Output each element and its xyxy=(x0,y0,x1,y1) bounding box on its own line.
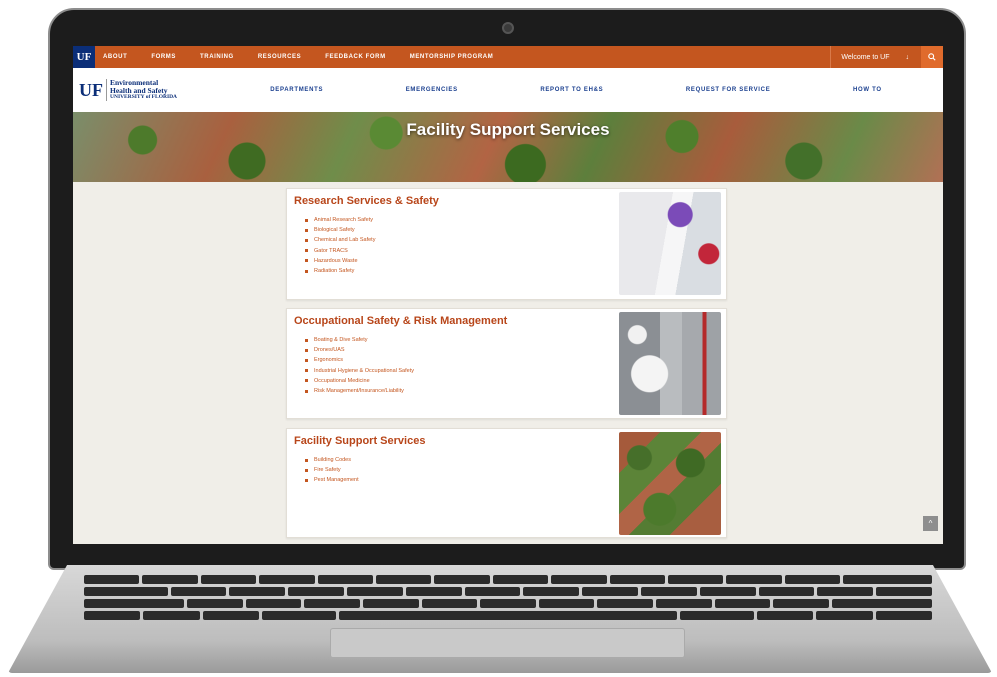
nav-how-to[interactable]: HOW TO xyxy=(853,87,882,93)
card-occupational-safety: Occupational Safety & Risk Management Bo… xyxy=(286,308,727,419)
card-link-list: Animal Research Safety Biological Safety… xyxy=(305,215,375,276)
nav-departments[interactable]: DEPARTMENTS xyxy=(270,87,323,93)
keyboard xyxy=(84,575,933,623)
list-item[interactable]: Industrial Hygiene & Occupational Safety xyxy=(305,366,414,376)
webcam xyxy=(502,22,514,34)
bullet-icon xyxy=(305,239,308,242)
lab-photo xyxy=(619,192,721,295)
bullet-icon xyxy=(305,468,308,472)
search-button[interactable] xyxy=(921,46,943,68)
link-label: Drones/UAS xyxy=(314,347,345,354)
nav-report-to-ehs[interactable]: REPORT TO EH&S xyxy=(540,87,603,93)
page-title: Facility Support Services xyxy=(406,120,610,139)
hero-banner: Facility Support Services xyxy=(73,112,943,182)
list-item[interactable]: Building Codes xyxy=(305,455,359,465)
bullet-icon xyxy=(305,228,308,232)
bullet-icon xyxy=(305,249,308,253)
list-item[interactable]: Gator TRACS xyxy=(305,246,375,256)
search-icon xyxy=(928,53,936,61)
top-nav: ABOUT FORMS TRAINING RESOURCES FEEDBACK … xyxy=(103,46,517,68)
uf-badge[interactable]: UF xyxy=(73,46,95,68)
list-item[interactable]: Hazardous Waste xyxy=(305,256,375,266)
main-nav-items: DEPARTMENTS EMERGENCIES REPORT TO EH&S R… xyxy=(229,87,943,93)
main-nav: UF Environmental Health and Safety UNIVE… xyxy=(73,68,943,112)
list-item[interactable]: Pest Management xyxy=(305,475,359,485)
link-label: Biological Safety xyxy=(314,227,355,234)
bullet-icon xyxy=(305,458,308,462)
link-label: Chemical and Lab Safety xyxy=(314,237,376,244)
bullet-icon xyxy=(305,359,308,362)
nav-emergencies[interactable]: EMERGENCIES xyxy=(406,87,458,93)
list-item[interactable]: Radiation Safety xyxy=(305,266,375,276)
topnav-mentorship-program[interactable]: MENTORSHIP PROGRAM xyxy=(410,54,494,60)
welcome-dropdown[interactable]: Welcome to UF ↓ xyxy=(830,46,919,68)
campus-aerial-photo xyxy=(619,432,721,535)
bullet-icon xyxy=(305,479,308,482)
topnav-forms[interactable]: FORMS xyxy=(151,54,176,60)
link-label: Boating & Dive Safety xyxy=(314,337,368,343)
list-item[interactable]: Boating & Dive Safety xyxy=(305,335,414,345)
topnav-about[interactable]: ABOUT xyxy=(103,54,127,60)
welcome-label: Welcome to UF xyxy=(841,53,890,61)
topnav-training[interactable]: TRAINING xyxy=(200,54,234,60)
nav-request-for-service[interactable]: REQUEST FOR SERVICE xyxy=(686,87,771,93)
list-item[interactable]: Risk Management/Insurance/Liability xyxy=(305,386,414,396)
logo-line-university: UNIVERSITY of FLORIDA xyxy=(110,93,178,100)
logo-uf-mark: UF xyxy=(79,79,103,100)
card-facility-support: Facility Support Services Building Codes… xyxy=(286,428,727,538)
worker-photo xyxy=(619,312,721,415)
bullet-icon xyxy=(305,379,308,383)
card-link-list: Boating & Dive Safety Drones/UAS Ergonom… xyxy=(305,335,414,396)
link-label: Gator TRACS xyxy=(314,247,348,254)
topnav-feedback-form[interactable]: FEEDBACK FORM xyxy=(325,54,385,60)
bullet-icon xyxy=(305,218,308,222)
logo-text: Environmental Health and Safety UNIVERSI… xyxy=(106,79,177,101)
link-label: Industrial Hygiene & Occupational Safety xyxy=(314,367,414,374)
bullet-icon xyxy=(305,269,308,273)
arrow-down-icon: ↓ xyxy=(905,53,910,61)
list-item[interactable]: Occupational Medicine xyxy=(305,376,414,386)
scroll-to-top-button[interactable]: ^ xyxy=(923,516,938,531)
trackpad xyxy=(330,628,685,658)
link-label: Animal Research Safety xyxy=(314,217,373,223)
list-item[interactable]: Ergonomics xyxy=(305,355,414,365)
link-label: Risk Management/Insurance/Liability xyxy=(314,388,404,395)
card-research-services: Research Services & Safety Animal Resear… xyxy=(286,188,727,300)
list-item[interactable]: Animal Research Safety xyxy=(305,215,375,225)
bullet-icon xyxy=(305,348,308,352)
link-label: Hazardous Waste xyxy=(314,257,358,264)
bullet-icon xyxy=(305,338,308,342)
list-item[interactable]: Chemical and Lab Safety xyxy=(305,235,375,245)
list-item[interactable]: Drones/UAS xyxy=(305,345,414,355)
bullet-icon xyxy=(305,369,308,373)
ehs-logo[interactable]: UF Environmental Health and Safety UNIVE… xyxy=(79,79,229,101)
card-title[interactable]: Research Services & Safety xyxy=(294,195,439,207)
link-label: Radiation Safety xyxy=(314,268,355,275)
list-item[interactable]: Biological Safety xyxy=(305,225,375,235)
card-link-list: Building Codes Fire Safety Pest Manageme… xyxy=(305,455,359,486)
card-title[interactable]: Facility Support Services xyxy=(294,435,425,447)
list-item[interactable]: Fire Safety xyxy=(305,465,359,475)
top-utility-bar: UF ABOUT FORMS TRAINING RESOURCES FEEDBA… xyxy=(73,46,943,68)
card-title[interactable]: Occupational Safety & Risk Management xyxy=(294,315,507,327)
link-label: Building Codes xyxy=(314,457,351,463)
chevron-up-icon: ^ xyxy=(928,519,933,528)
link-label: Occupational Medicine xyxy=(314,377,370,384)
link-label: Fire Safety xyxy=(314,467,341,474)
browser-screen: UF ABOUT FORMS TRAINING RESOURCES FEEDBA… xyxy=(73,46,943,544)
topnav-resources[interactable]: RESOURCES xyxy=(258,54,301,60)
link-label: Pest Management xyxy=(314,477,359,484)
link-label: Ergonomics xyxy=(314,357,344,364)
bullet-icon xyxy=(305,389,308,393)
bullet-icon xyxy=(305,259,308,263)
